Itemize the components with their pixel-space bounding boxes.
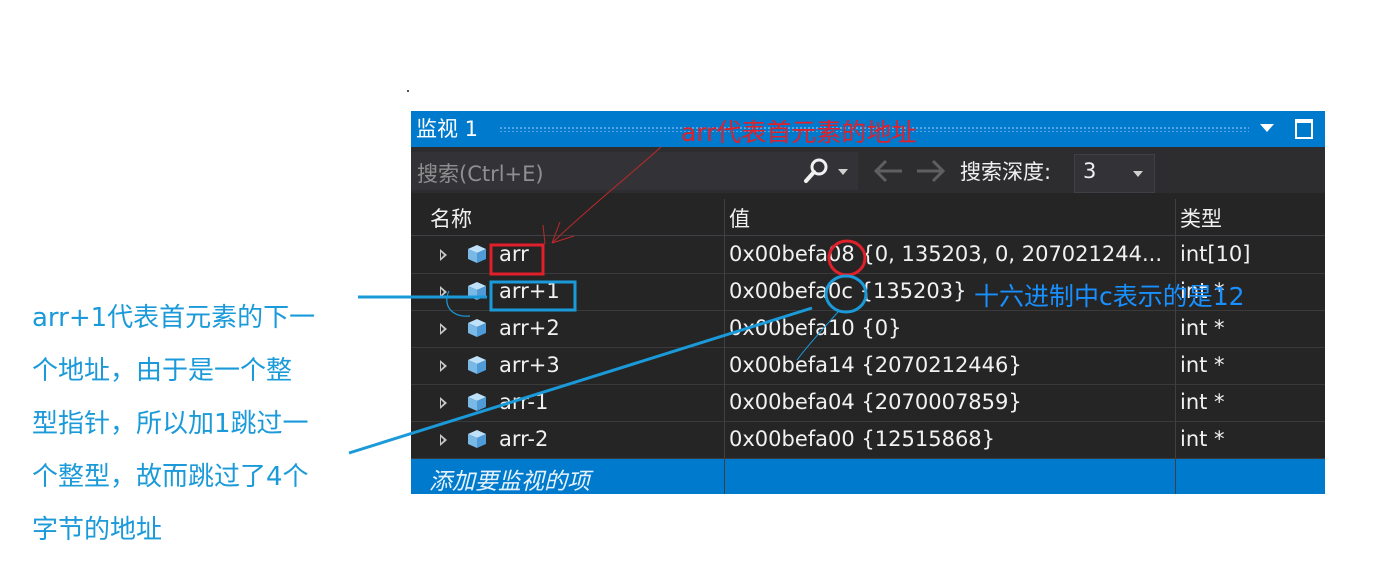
annotation-overlay bbox=[348, 146, 868, 455]
red-highlight-circle bbox=[827, 239, 867, 277]
blue-highlight-circle bbox=[824, 274, 868, 314]
red-pointer-line bbox=[551, 146, 662, 244]
blue-scribble bbox=[446, 290, 471, 317]
red-highlight-box bbox=[489, 243, 545, 276]
blue-pointer-line-diagonal bbox=[348, 306, 813, 455]
blue-scribble bbox=[796, 311, 839, 361]
blue-highlight-box bbox=[489, 280, 577, 312]
red-pointer-tick bbox=[542, 224, 546, 245]
